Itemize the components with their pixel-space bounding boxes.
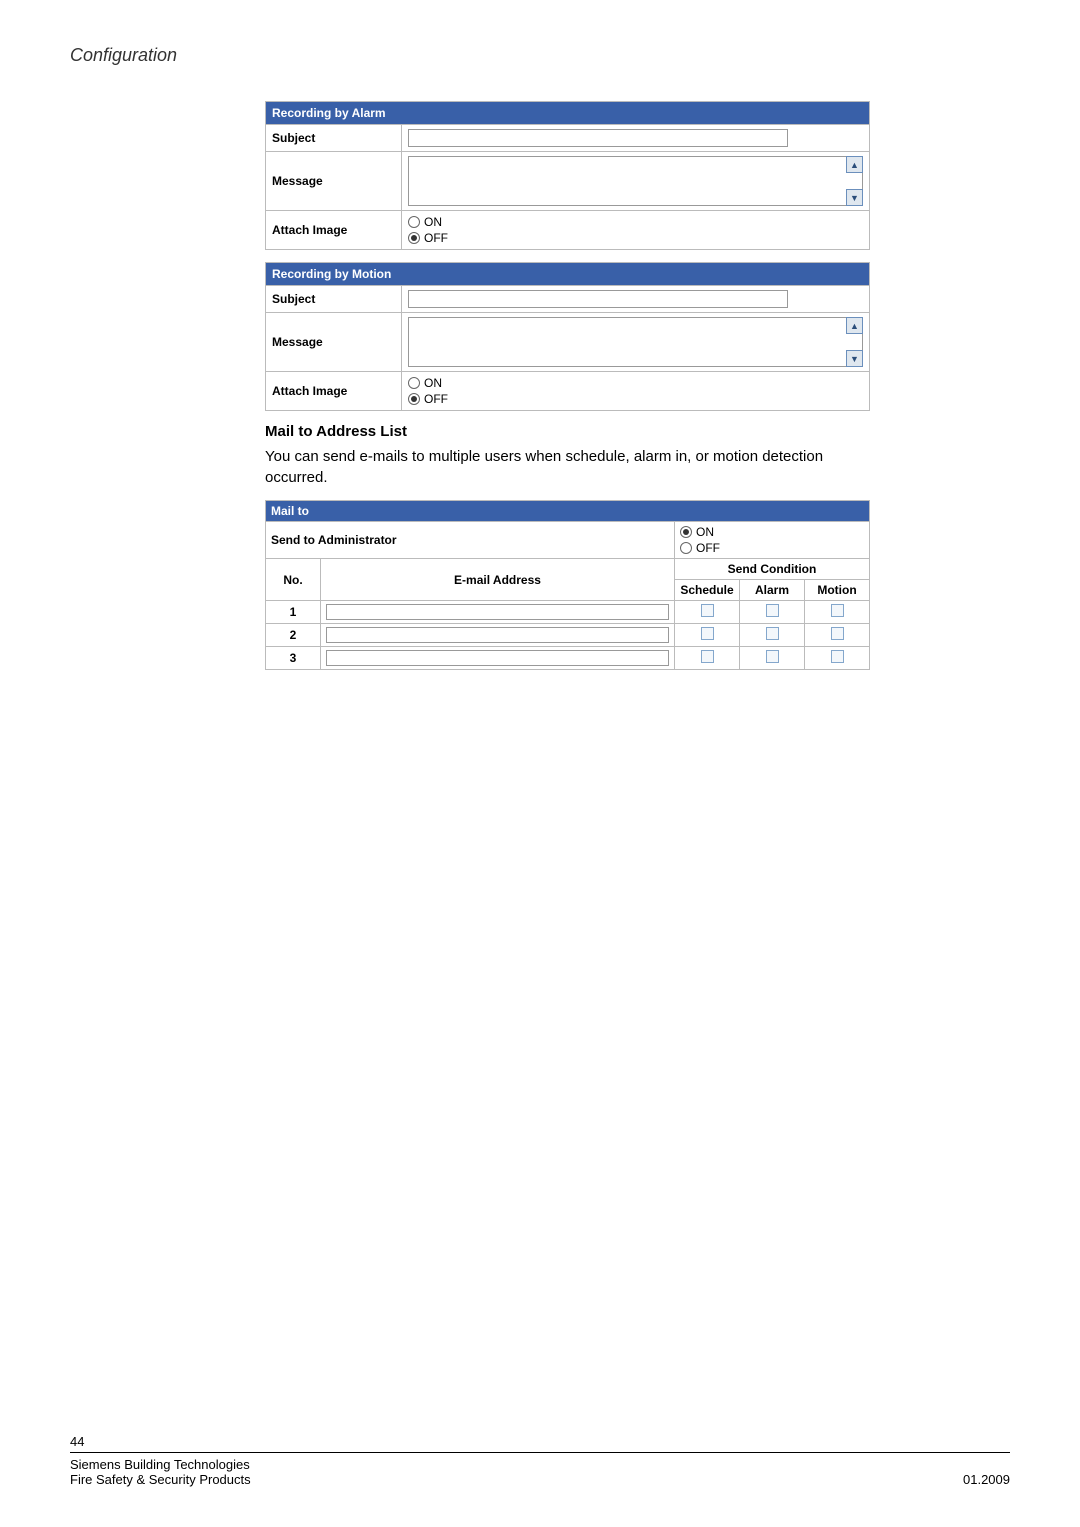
row-no: 2 — [266, 624, 321, 647]
schedule-checkbox-2[interactable] — [701, 627, 714, 640]
footer-line1: Siemens Building Technologies — [70, 1457, 1010, 1472]
send-admin-off-radio[interactable]: OFF — [680, 541, 864, 555]
email-input-3[interactable] — [326, 650, 669, 666]
alarm-subject-input[interactable] — [408, 129, 788, 147]
col-send-cond: Send Condition — [675, 559, 870, 580]
alarm-attach-off-radio[interactable]: OFF — [408, 231, 863, 245]
motion-attach-label: Attach Image — [266, 372, 402, 411]
scroll-up-icon[interactable]: ▲ — [846, 156, 863, 173]
table-row: 2 — [266, 624, 870, 647]
scroll-down-icon[interactable]: ▼ — [846, 189, 863, 206]
mail-to-table: Mail to Send to Administrator ON OFF No. — [265, 500, 870, 670]
alarm-checkbox-3[interactable] — [766, 650, 779, 663]
col-no: No. — [266, 559, 321, 601]
recording-by-motion-table: Recording by Motion Subject Message ▲ ▼ … — [265, 262, 870, 411]
alarm-attach-label: Attach Image — [266, 211, 402, 250]
recording-by-motion-header: Recording by Motion — [266, 263, 870, 286]
footer-line2-left: Fire Safety & Security Products — [70, 1472, 251, 1487]
page-footer: 44 Siemens Building Technologies Fire Sa… — [70, 1434, 1010, 1487]
radio-label: ON — [424, 215, 442, 229]
alarm-message-label: Message — [266, 152, 402, 211]
email-input-2[interactable] — [326, 627, 669, 643]
radio-label: ON — [424, 376, 442, 390]
mail-to-heading: Mail to Address List — [265, 423, 870, 440]
table-row: 1 — [266, 601, 870, 624]
motion-subject-input[interactable] — [408, 290, 788, 308]
table-row: 3 — [266, 647, 870, 670]
motion-message-label: Message — [266, 313, 402, 372]
row-no: 3 — [266, 647, 321, 670]
col-motion: Motion — [805, 580, 870, 601]
motion-checkbox-1[interactable] — [831, 604, 844, 617]
send-admin-label: Send to Administrator — [266, 522, 675, 559]
radio-label: OFF — [424, 231, 448, 245]
alarm-message-textarea[interactable]: ▲ ▼ — [408, 156, 863, 206]
scroll-up-icon[interactable]: ▲ — [846, 317, 863, 334]
footer-line2-right: 01.2009 — [963, 1472, 1010, 1487]
col-alarm: Alarm — [740, 580, 805, 601]
alarm-checkbox-2[interactable] — [766, 627, 779, 640]
radio-label: ON — [696, 525, 714, 539]
page-title: Configuration — [70, 45, 1010, 66]
col-schedule: Schedule — [675, 580, 740, 601]
alarm-subject-label: Subject — [266, 125, 402, 152]
row-no: 1 — [266, 601, 321, 624]
schedule-checkbox-1[interactable] — [701, 604, 714, 617]
alarm-attach-on-radio[interactable]: ON — [408, 215, 863, 229]
motion-checkbox-3[interactable] — [831, 650, 844, 663]
scroll-down-icon[interactable]: ▼ — [846, 350, 863, 367]
recording-by-alarm-header: Recording by Alarm — [266, 102, 870, 125]
motion-attach-off-radio[interactable]: OFF — [408, 392, 863, 406]
motion-message-textarea[interactable]: ▲ ▼ — [408, 317, 863, 367]
motion-subject-label: Subject — [266, 286, 402, 313]
mail-to-header: Mail to — [266, 501, 870, 522]
col-email: E-mail Address — [321, 559, 675, 601]
email-input-1[interactable] — [326, 604, 669, 620]
alarm-checkbox-1[interactable] — [766, 604, 779, 617]
schedule-checkbox-3[interactable] — [701, 650, 714, 663]
page-number: 44 — [70, 1434, 1010, 1449]
radio-label: OFF — [696, 541, 720, 555]
motion-checkbox-2[interactable] — [831, 627, 844, 640]
motion-attach-on-radio[interactable]: ON — [408, 376, 863, 390]
radio-label: OFF — [424, 392, 448, 406]
send-admin-on-radio[interactable]: ON — [680, 525, 864, 539]
recording-by-alarm-table: Recording by Alarm Subject Message ▲ ▼ A… — [265, 101, 870, 250]
mail-to-description: You can send e-mails to multiple users w… — [265, 446, 870, 488]
